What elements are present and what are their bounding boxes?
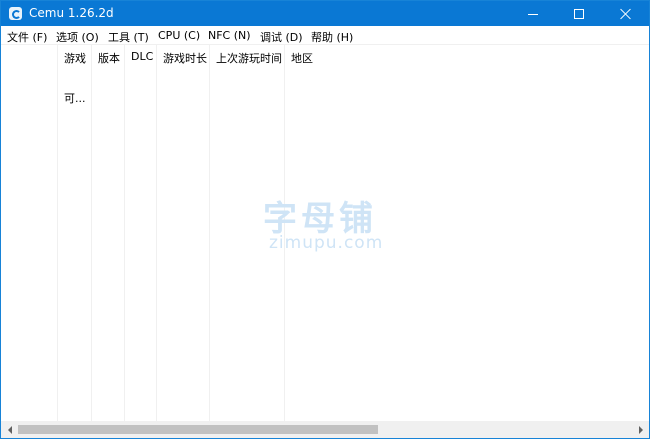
- column-header-version[interactable]: 版本: [98, 50, 120, 66]
- menu-help[interactable]: 帮助 (H): [311, 29, 353, 45]
- title-bar[interactable]: Cemu 1.26.2d: [1, 1, 649, 26]
- menu-file[interactable]: 文件 (F): [7, 29, 47, 45]
- column-separator[interactable]: [57, 45, 58, 421]
- menu-cpu[interactable]: CPU (C): [158, 29, 200, 42]
- menu-options[interactable]: 选项 (O): [56, 29, 99, 45]
- table-row-game-cell[interactable]: 可...: [64, 90, 86, 106]
- scrollbar-thumb[interactable]: [18, 425, 378, 434]
- minimize-icon: [528, 13, 538, 15]
- horizontal-scrollbar[interactable]: [1, 421, 649, 438]
- menu-nfc[interactable]: NFC (N): [208, 29, 251, 42]
- column-separator[interactable]: [124, 45, 125, 421]
- column-header-game[interactable]: 游戏: [64, 50, 86, 66]
- column-header-dlc[interactable]: DLC: [131, 50, 153, 63]
- close-icon: [620, 8, 632, 20]
- window-title: Cemu 1.26.2d: [29, 6, 114, 20]
- scroll-right-button[interactable]: [632, 421, 649, 438]
- column-header-region[interactable]: 地区: [291, 50, 313, 66]
- column-separator[interactable]: [156, 45, 157, 421]
- minimize-button[interactable]: [510, 1, 556, 26]
- arrow-left-icon: [7, 425, 12, 434]
- scroll-left-button[interactable]: [1, 421, 18, 438]
- column-header-last-played[interactable]: 上次游玩时间: [216, 50, 282, 66]
- column-separator[interactable]: [91, 45, 92, 421]
- arrow-right-icon: [638, 425, 643, 434]
- menu-tools[interactable]: 工具 (T): [108, 29, 149, 45]
- menu-debug[interactable]: 调试 (D): [260, 29, 303, 45]
- cemu-app-icon[interactable]: [9, 7, 22, 20]
- app-window: Cemu 1.26.2d 文件 (F) 选项 (O) 工具 (T) CPU (C…: [0, 0, 650, 439]
- menu-bar: 文件 (F) 选项 (O) 工具 (T) CPU (C) NFC (N) 调试 …: [1, 26, 649, 45]
- maximize-button[interactable]: [556, 1, 602, 26]
- column-header-playtime[interactable]: 游戏时长: [163, 50, 207, 66]
- close-button[interactable]: [603, 1, 649, 26]
- column-separator[interactable]: [209, 45, 210, 421]
- maximize-icon: [574, 8, 584, 19]
- watermark-site: zimupu.com: [269, 233, 384, 253]
